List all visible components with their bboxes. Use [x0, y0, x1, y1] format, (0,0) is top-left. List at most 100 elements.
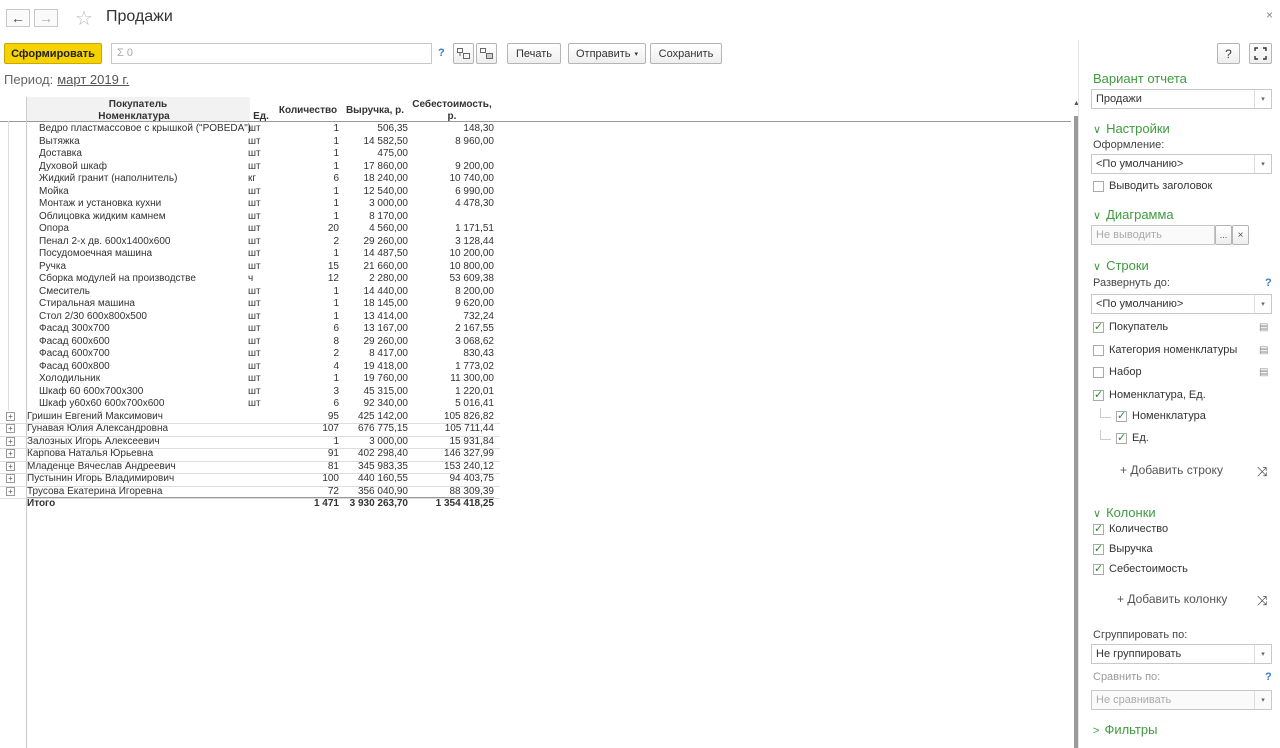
- table-row[interactable]: Фасад 600х700 шт 2 8 417,00 830,43: [0, 348, 500, 361]
- expand-row-icon[interactable]: +: [6, 449, 15, 458]
- row-qty: 72: [327, 485, 339, 497]
- period-link[interactable]: март 2019 г.: [57, 72, 129, 87]
- chart-section-toggle[interactable]: ∨ Диаграмма: [1093, 207, 1174, 222]
- row-unit: шт: [248, 135, 261, 147]
- group-row[interactable]: + Залозных Игорь Алексеевич 1 3 000,00 15 93…: [0, 435, 500, 449]
- table-row[interactable]: Вытяжка шт 1 14 582,50 8 960,00: [0, 136, 500, 149]
- settings-section-toggle[interactable]: ∨ Настройки: [1093, 121, 1170, 136]
- row-name: Гунавая Юлия Александровна: [27, 423, 169, 434]
- back-button[interactable]: ←: [6, 9, 30, 27]
- table-row[interactable]: Пенал 2-х дв. 600х1400х600 шт 2 29 260,00 3 …: [0, 236, 500, 249]
- shuffle-rows-icon[interactable]: ⤨: [1257, 464, 1267, 480]
- table-row[interactable]: Шкаф у60х60 600х700х600 шт 6 92 340,00 5 016…: [0, 398, 500, 411]
- total-row[interactable]: Итого 1 471 3 930 263,70 1 354 418,25: [0, 498, 500, 511]
- tree-connector: [1100, 408, 1111, 418]
- expand-row-icon[interactable]: +: [6, 474, 15, 483]
- table-row[interactable]: Шкаф 60 600х700х300 шт 3 45 315,00 1 220,01: [0, 386, 500, 399]
- row-field-checkbox[interactable]: ✓: [1093, 322, 1104, 333]
- table-row[interactable]: Ведро пластмассовое с крышкой ("POBEDA")…: [0, 123, 500, 136]
- group-row[interactable]: + Гунавая Юлия Александровна 107 676 775,15…: [0, 423, 500, 437]
- panel-separator: [1078, 40, 1079, 748]
- chart-field[interactable]: Не выводить: [1091, 225, 1215, 245]
- add-column-link[interactable]: + Добавить колонку: [1117, 592, 1227, 606]
- filters-section-toggle[interactable]: > Фильтры: [1093, 722, 1157, 737]
- row-name: Духовой шкаф: [39, 160, 107, 172]
- favorite-star-icon[interactable]: ☆: [75, 6, 93, 31]
- column-field-checkbox[interactable]: ✓: [1093, 564, 1104, 575]
- table-row[interactable]: Фасад 300х700 шт 6 13 167,00 2 167,55: [0, 323, 500, 336]
- row-subfield-checkbox[interactable]: ✓: [1116, 433, 1127, 444]
- group-by-select[interactable]: Не группировать ▾: [1091, 644, 1272, 664]
- table-row[interactable]: Мойка шт 1 12 540,00 6 990,00: [0, 186, 500, 199]
- table-row[interactable]: Стиральная машина шт 1 18 145,00 9 620,00: [0, 298, 500, 311]
- row-field-checkbox[interactable]: ✓: [1093, 390, 1104, 401]
- send-button[interactable]: Отправить ▾: [568, 43, 646, 64]
- variant-select-value: Продажи: [1096, 93, 1142, 105]
- forward-button[interactable]: →: [34, 9, 58, 27]
- table-row[interactable]: Посудомоечная машина шт 1 14 487,50 10 200,0…: [0, 248, 500, 261]
- sum-field[interactable]: Σ 0: [111, 43, 432, 64]
- row-cost: 830,43: [463, 348, 494, 359]
- columns-section-toggle[interactable]: ∨ Колонки: [1093, 505, 1156, 520]
- table-row[interactable]: Облицовка жидким камнем шт 1 8 170,00: [0, 211, 500, 224]
- chart-pick-button[interactable]: ...: [1215, 225, 1232, 245]
- row-field-checkbox[interactable]: [1093, 345, 1104, 356]
- grouping-icon[interactable]: ▤: [1259, 367, 1268, 378]
- row-name: Шкаф у60х60 600х700х600: [39, 398, 165, 409]
- table-row[interactable]: Сборка модулей на производстве ч 12 2 280,0…: [0, 273, 500, 286]
- expand-groups-icon[interactable]: [453, 43, 474, 64]
- table-row[interactable]: Духовой шкаф шт 1 17 860,00 9 200,00: [0, 161, 500, 174]
- expand-row-icon[interactable]: +: [6, 411, 15, 421]
- chart-clear-button[interactable]: ×: [1232, 225, 1249, 245]
- group-row[interactable]: + Карпова Наталья Юрьевна 91 402 298,40 146 …: [0, 448, 500, 462]
- table-row[interactable]: Фасад 600х600 шт 8 29 260,00 3 068,62: [0, 336, 500, 349]
- table-row[interactable]: Холодильник шт 1 19 760,00 11 300,00: [0, 373, 500, 386]
- group-row[interactable]: + Младенце Вячеслав Андреевич 81 345 983,35…: [0, 461, 500, 474]
- row-revenue: 18 240,00: [363, 173, 409, 184]
- help-button[interactable]: ?: [1217, 43, 1240, 64]
- group-row[interactable]: + Гришин Евгений Максимович 95 425 142,00 10…: [0, 411, 500, 424]
- row-unit: шт: [248, 248, 261, 259]
- table-row[interactable]: Доставка шт 1 475,00: [0, 148, 500, 161]
- dropdown-icon: ▾: [1254, 295, 1271, 313]
- generate-button[interactable]: Сформировать: [4, 43, 102, 64]
- table-row[interactable]: Фасад 600х800 шт 4 19 418,00 1 773,02: [0, 361, 500, 374]
- shuffle-columns-icon[interactable]: ⤨: [1257, 593, 1267, 609]
- expand-select[interactable]: <По умолчанию> ▾: [1091, 294, 1272, 314]
- close-icon[interactable]: ×: [1266, 8, 1273, 22]
- design-select[interactable]: <По умолчанию> ▾: [1091, 154, 1272, 174]
- expand-help-icon[interactable]: ?: [1265, 277, 1272, 289]
- grouping-icon[interactable]: ▤: [1259, 322, 1268, 333]
- save-button[interactable]: Сохранить: [650, 43, 722, 64]
- row-qty: 1: [333, 435, 339, 447]
- add-row-link[interactable]: + Добавить строку: [1120, 463, 1223, 477]
- row-subfield-checkbox[interactable]: ✓: [1116, 411, 1127, 422]
- grouping-icon[interactable]: ▤: [1259, 345, 1268, 356]
- table-row[interactable]: Жидкий гранит (наполнитель) кг 6 18 240,00 1…: [0, 173, 500, 186]
- chevron-right-icon: >: [1093, 725, 1100, 737]
- row-cost: 10 740,00: [449, 173, 495, 184]
- row-unit: шт: [248, 210, 261, 222]
- group-row[interactable]: + Пустынин Игорь Владимирович 100 440 160,5…: [0, 473, 500, 487]
- table-row[interactable]: Монтаж и установка кухни шт 1 3 000,00 4 478…: [0, 198, 500, 211]
- compare-help-icon[interactable]: ?: [1265, 671, 1272, 683]
- fullscreen-icon[interactable]: [1249, 43, 1272, 64]
- show-header-checkbox[interactable]: [1093, 181, 1104, 192]
- rows-section-toggle[interactable]: ∨ Строки: [1093, 258, 1149, 273]
- column-field-checkbox[interactable]: ✓: [1093, 544, 1104, 555]
- variant-select[interactable]: Продажи ▾: [1091, 89, 1272, 109]
- table-row[interactable]: Смеситель шт 1 14 440,00 8 200,00: [0, 286, 500, 299]
- row-field-checkbox[interactable]: [1093, 367, 1104, 378]
- column-field-checkbox[interactable]: ✓: [1093, 524, 1104, 535]
- expand-row-icon[interactable]: +: [6, 436, 15, 446]
- expand-row-icon[interactable]: +: [6, 486, 15, 496]
- expand-row-icon[interactable]: +: [6, 424, 15, 433]
- table-row[interactable]: Стол 2/30 600х800х500 шт 1 13 414,00 732,24: [0, 311, 500, 324]
- table-row[interactable]: Ручка шт 15 21 660,00 10 800,00: [0, 261, 500, 274]
- collapse-groups-icon[interactable]: [476, 43, 497, 64]
- help-icon[interactable]: ?: [438, 47, 445, 59]
- expand-row-icon[interactable]: +: [6, 461, 15, 471]
- print-button[interactable]: Печать: [507, 43, 561, 64]
- compare-select[interactable]: Не сравнивать ▾: [1091, 690, 1272, 710]
- table-row[interactable]: Опора шт 20 4 560,00 1 171,51: [0, 223, 500, 236]
